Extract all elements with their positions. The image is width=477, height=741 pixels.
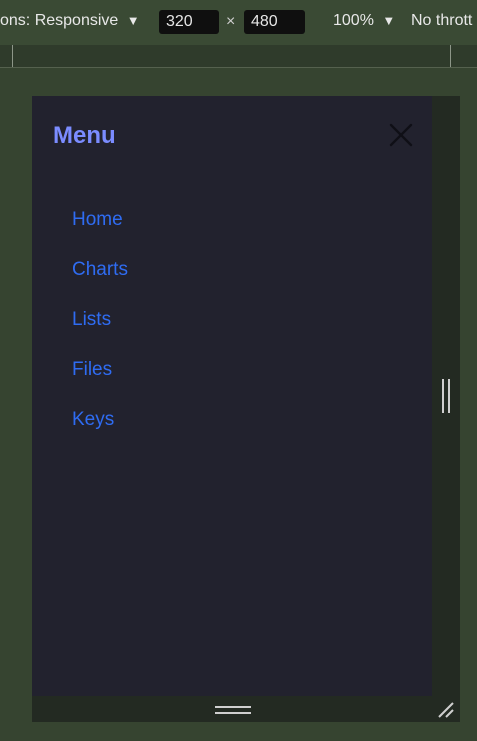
ruler-tick [450, 45, 451, 67]
width-input[interactable]: 320 [159, 10, 219, 34]
resize-handle-bottom-icon[interactable] [214, 704, 252, 716]
height-input[interactable]: 480 [244, 10, 305, 34]
nav-item-charts[interactable]: Charts [72, 254, 128, 304]
resize-handle-corner-icon[interactable] [436, 700, 456, 720]
close-button[interactable] [388, 122, 414, 148]
menu-title: Menu [53, 122, 116, 149]
nav-item-lists[interactable]: Lists [72, 304, 128, 354]
ruler-tick [12, 45, 13, 67]
dimensions-dropdown[interactable]: ons: Responsive ▼ [0, 12, 140, 30]
close-icon [389, 123, 413, 147]
dimensions-label: ons: Responsive [0, 12, 119, 29]
throttle-dropdown[interactable]: No thrott [411, 12, 472, 30]
nav-menu: Home Charts Lists Files Keys [72, 204, 128, 454]
resize-handle-right-icon[interactable] [440, 378, 452, 414]
device-viewport: Menu Home Charts Lists Files Keys [32, 96, 432, 696]
media-query-ruler [0, 45, 477, 68]
devtools-device-toolbar: ons: Responsive ▼ 320 × 480 100% ▼ No th… [0, 0, 477, 45]
nav-item-files[interactable]: Files [72, 354, 128, 404]
nav-item-home[interactable]: Home [72, 204, 128, 254]
dimensions-dropdown-arrow-icon: ▼ [126, 13, 140, 28]
zoom-dropdown-arrow-icon: ▼ [382, 13, 396, 28]
dimensions-times: × [226, 13, 236, 30]
zoom-dropdown[interactable]: 100% ▼ [333, 12, 395, 30]
nav-item-keys[interactable]: Keys [72, 404, 128, 454]
zoom-label: 100% [333, 12, 374, 29]
